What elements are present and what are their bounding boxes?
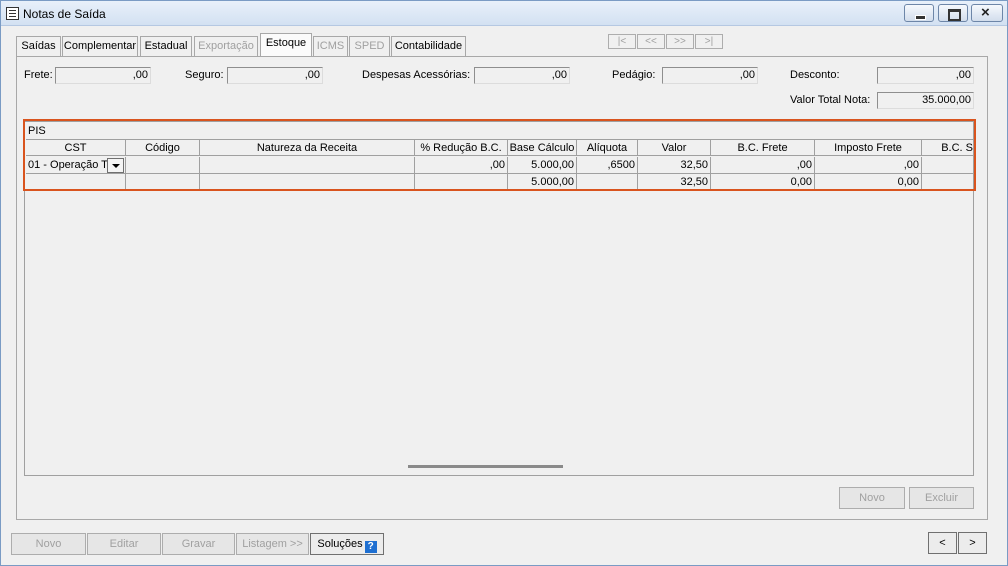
- cell-aliquota[interactable]: ,6500: [577, 157, 638, 174]
- col-header-aliquota[interactable]: Alíquota: [577, 139, 638, 156]
- tab-saidas[interactable]: Saídas: [16, 36, 61, 56]
- col-header-valor[interactable]: Valor: [638, 139, 711, 156]
- cell-imposto-frete[interactable]: ,00: [815, 157, 922, 174]
- seguro-label: Seguro:: [185, 69, 224, 81]
- desconto-field[interactable]: ,00: [877, 67, 974, 84]
- cell-base-calculo[interactable]: 5.000,00: [508, 157, 577, 174]
- total-valor: 32,50: [638, 174, 711, 191]
- cell-natureza[interactable]: [200, 157, 415, 174]
- help-icon: ?: [364, 541, 377, 553]
- valor-total-field: 35.000,00: [877, 92, 974, 109]
- chevron-down-icon[interactable]: [107, 158, 124, 173]
- total-base-calculo: 5.000,00: [508, 174, 577, 191]
- next-page-button[interactable]: >: [958, 532, 987, 554]
- pedagio-label: Pedágio:: [612, 69, 656, 81]
- col-header-bc-frete[interactable]: B.C. Frete: [711, 139, 815, 156]
- cell-bc-s[interactable]: [922, 157, 974, 174]
- pis-title: PIS: [28, 125, 46, 137]
- cell-reducao[interactable]: ,00: [415, 157, 508, 174]
- frete-label: Frete:: [24, 69, 53, 81]
- maximize-button[interactable]: [938, 4, 968, 22]
- grid-novo-button[interactable]: Novo: [839, 487, 905, 509]
- horizontal-scrollbar[interactable]: [408, 465, 563, 468]
- title-bar: Notas de Saída: [1, 1, 1007, 26]
- total-codigo: [126, 174, 200, 191]
- total-bc-frete: 0,00: [711, 174, 815, 191]
- col-header-bc-s[interactable]: B.C. S: [922, 139, 974, 156]
- solucoes-label: Soluções: [317, 538, 363, 550]
- cell-bc-frete[interactable]: ,00: [711, 157, 815, 174]
- seguro-field[interactable]: ,00: [227, 67, 323, 84]
- first-record-button[interactable]: |<: [608, 34, 636, 49]
- tab-estadual[interactable]: Estadual: [140, 36, 192, 56]
- minimize-button[interactable]: [904, 4, 934, 22]
- col-header-reducao[interactable]: % Redução B.C.: [415, 139, 508, 156]
- window-title: Notas de Saída: [23, 7, 106, 21]
- col-header-natureza[interactable]: Natureza da Receita: [200, 139, 415, 156]
- pedagio-field[interactable]: ,00: [662, 67, 758, 84]
- listagem-button[interactable]: Listagem >>: [236, 533, 309, 555]
- app-icon: [6, 7, 19, 20]
- prev-record-button[interactable]: <<: [637, 34, 665, 49]
- despesas-label: Despesas Acessórias:: [362, 69, 471, 81]
- grid-excluir-button[interactable]: Excluir: [909, 487, 974, 509]
- cst-value: 01 - Operação T: [28, 159, 108, 171]
- cst-select[interactable]: 01 - Operação T: [26, 157, 126, 174]
- total-bc-s: [922, 174, 974, 191]
- tab-icms[interactable]: ICMS: [313, 36, 348, 56]
- despesas-field[interactable]: ,00: [474, 67, 570, 84]
- col-header-imposto-frete[interactable]: Imposto Frete: [815, 139, 922, 156]
- next-record-button[interactable]: >>: [666, 34, 694, 49]
- tab-estoque[interactable]: Estoque: [260, 33, 312, 56]
- novo-button[interactable]: Novo: [11, 533, 86, 555]
- cell-codigo[interactable]: [126, 157, 200, 174]
- solucoes-button[interactable]: Soluções?: [310, 533, 384, 555]
- editar-button[interactable]: Editar: [87, 533, 161, 555]
- total-natureza: [200, 174, 415, 191]
- prev-page-button[interactable]: <: [928, 532, 957, 554]
- total-aliquota: [577, 174, 638, 191]
- last-record-button[interactable]: >|: [695, 34, 723, 49]
- gravar-button[interactable]: Gravar: [162, 533, 235, 555]
- total-imposto-frete: 0,00: [815, 174, 922, 191]
- close-button[interactable]: [971, 4, 1003, 22]
- total-cst: [26, 174, 126, 191]
- tab-contabilidade[interactable]: Contabilidade: [391, 36, 466, 56]
- cell-valor[interactable]: 32,50: [638, 157, 711, 174]
- window: Notas de Saída Saídas Complementar Estad…: [0, 0, 1008, 566]
- frete-field[interactable]: ,00: [55, 67, 151, 84]
- col-header-cst[interactable]: CST: [26, 139, 126, 156]
- valor-total-label: Valor Total Nota:: [790, 94, 871, 106]
- tab-complementar[interactable]: Complementar: [62, 36, 138, 56]
- tab-sped[interactable]: SPED: [349, 36, 390, 56]
- col-header-base-calculo[interactable]: Base Cálculo: [508, 139, 577, 156]
- desconto-label: Desconto:: [790, 69, 840, 81]
- pis-grid: PIS CST Código Natureza da Receita % Red…: [24, 121, 974, 476]
- tab-exportacao[interactable]: Exportação: [194, 36, 258, 56]
- col-header-codigo[interactable]: Código: [126, 139, 200, 156]
- total-reducao: [415, 174, 508, 191]
